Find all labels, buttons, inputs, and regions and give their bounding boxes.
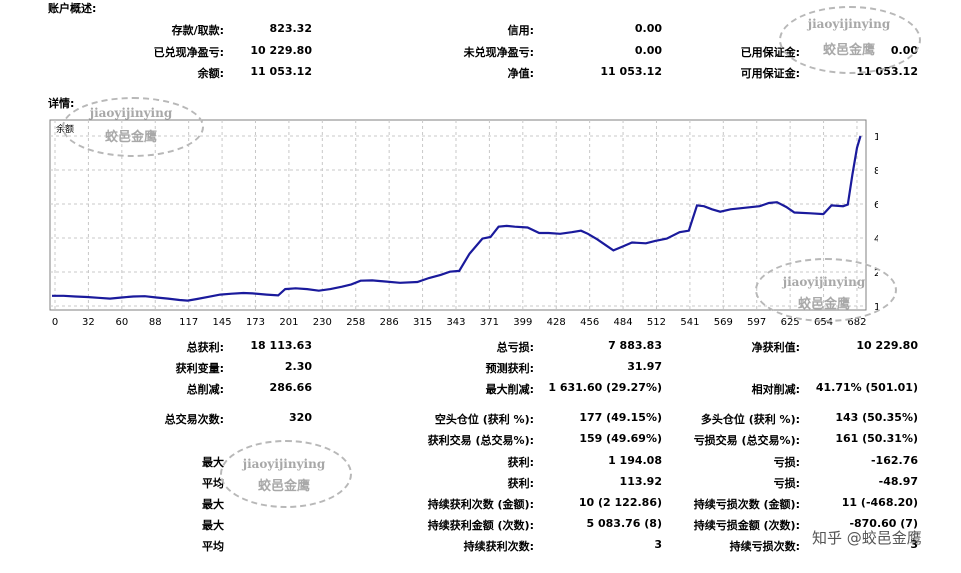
stats-label: 获利变量: (175, 362, 224, 375)
overview-label: 余额: (197, 67, 224, 80)
overview-value: 0.00 (634, 22, 662, 35)
stats-label: 最大削减: (485, 383, 534, 396)
x-tick-label: 597 (747, 317, 766, 328)
stats-value: 113.92 (619, 475, 662, 488)
stats-value: 177 (49.15%) (579, 411, 662, 424)
x-axis-ticks: 0 32 60 88 117 145 173 201 230 258 286 315 343 371 399… (52, 317, 867, 328)
x-tick-label: 258 (346, 317, 365, 328)
stats-value: 5 083.76 (8) (586, 517, 662, 530)
stats-value: 7 883.83 (608, 339, 662, 352)
stats-value: -162.76 (870, 454, 918, 467)
stats-label: 亏损: (773, 477, 800, 490)
stats-label: 最大 (202, 498, 224, 511)
watermark-pinyin: jiaoyijinying (89, 106, 173, 120)
stats-value: 18 113.63 (250, 339, 312, 352)
watermark-pinyin: jiaoyijinying (807, 17, 891, 31)
x-tick-label: 88 (149, 317, 162, 328)
stats-label: 空头仓位 (获利 %): (434, 413, 534, 426)
watermark-pinyin: jiaoyijinying (242, 457, 326, 471)
stats-value: 10 (2 122.86) (578, 496, 662, 509)
x-tick-label: 484 (614, 317, 633, 328)
stats-label: 亏损交易 (总交易%): (693, 434, 800, 447)
x-tick-label: 173 (246, 317, 265, 328)
stats-label: 最大 (202, 519, 224, 532)
stats-label: 持续亏损次数: (729, 540, 800, 553)
stats-value: 161 (50.31%) (835, 432, 918, 445)
y-tick-label: 4485 (874, 234, 878, 245)
watermark-chinese: 蛟邑金鹰 (257, 479, 310, 494)
x-tick-label: 371 (480, 317, 499, 328)
brand-watermark: 知乎 @蛟邑金鹰 (812, 529, 922, 547)
stats-value: 159 (49.69%) (579, 432, 662, 445)
stats-value: 2.30 (284, 360, 312, 373)
stats-label: 总获利: (186, 341, 224, 354)
stats-label: 获利交易 (总交易%): (427, 434, 534, 447)
stats-label: 净获利值: (751, 341, 800, 354)
overview-title: 账户概述: (48, 2, 97, 15)
stats-value: -48.97 (878, 475, 918, 488)
stats-label: 总削减: (186, 383, 224, 396)
stats-label: 持续获利金额 (次数): (427, 519, 534, 532)
overview-value: 0.00 (634, 44, 662, 57)
stats-value: 320 (289, 411, 312, 424)
overview-label: 可用保证金: (740, 67, 800, 80)
watermark-pinyin: jiaoyijinying (782, 275, 866, 289)
stats-label: 平均 (202, 540, 224, 553)
stats-label: 持续获利次数: (463, 540, 534, 553)
stats-label: 获利: (507, 477, 534, 490)
y-tick-label: 8792 (874, 166, 878, 177)
stats-label: 总亏损: (496, 341, 534, 354)
stats-label: 预测获利: (485, 362, 534, 375)
overview-value: 11 053.12 (250, 65, 312, 78)
stats-value: 41.71% (501.01) (815, 381, 918, 394)
overview-value: 11 053.12 (600, 65, 662, 78)
x-tick-label: 399 (513, 317, 532, 328)
x-tick-label: 541 (680, 317, 699, 328)
stats-value: 10 229.80 (856, 339, 918, 352)
watermark-chinese: 蛟邑金鹰 (104, 130, 157, 145)
x-tick-label: 286 (380, 317, 399, 328)
stats-value: 31.97 (627, 360, 662, 373)
stats-value: 3 (654, 538, 662, 551)
stats-value: 1 194.08 (608, 454, 662, 467)
overview-label: 存款/取款: (171, 24, 224, 37)
y-tick-label: 6638 (874, 200, 878, 211)
x-tick-label: 117 (179, 317, 198, 328)
stats-label: 获利: (507, 456, 534, 469)
overview-label: 信用: (507, 24, 534, 37)
watermark-ellipse (220, 440, 352, 508)
overview-value: 10 229.80 (250, 44, 312, 57)
x-tick-label: 60 (115, 317, 128, 328)
x-tick-label: 315 (413, 317, 432, 328)
y-tick-label: 10945 (874, 132, 878, 143)
x-tick-label: 569 (714, 317, 733, 328)
x-tick-label: 343 (446, 317, 465, 328)
stats-label: 总交易次数: (164, 413, 224, 426)
x-tick-label: 512 (647, 317, 666, 328)
x-tick-label: 32 (82, 317, 95, 328)
x-tick-label: 201 (279, 317, 298, 328)
x-tick-label: 456 (580, 317, 599, 328)
stats-value: 143 (50.35%) (835, 411, 918, 424)
x-tick-label: 145 (213, 317, 232, 328)
stats-value: 286.66 (269, 381, 312, 394)
stats-label: 多头仓位 (获利 %): (700, 413, 800, 426)
x-tick-label: 230 (313, 317, 332, 328)
stats-label: 持续亏损次数 (金额): (693, 498, 800, 511)
stats-label: 持续亏损金额 (次数): (693, 519, 800, 532)
stats-label: 亏损: (773, 456, 800, 469)
stats-label: 持续获利次数 (金额): (427, 498, 534, 511)
overview-value: 823.32 (269, 22, 312, 35)
stats-value: 1 631.60 (29.27%) (548, 381, 662, 394)
overview-label: 未兑现净盈亏: (463, 46, 534, 59)
overview-label: 已兑现净盈亏: (153, 46, 224, 59)
watermark-chinese: 蛟邑金鹰 (797, 297, 850, 312)
overview-label: 净值: (507, 67, 534, 80)
watermark-ellipse (755, 258, 897, 322)
x-tick-label: 428 (547, 317, 566, 328)
watermark-chinese: 蛟邑金鹰 (822, 43, 875, 58)
stats-value: 11 (-468.20) (841, 496, 918, 509)
stats-label: 相对削减: (751, 383, 800, 396)
x-tick-label: 0 (52, 317, 58, 328)
